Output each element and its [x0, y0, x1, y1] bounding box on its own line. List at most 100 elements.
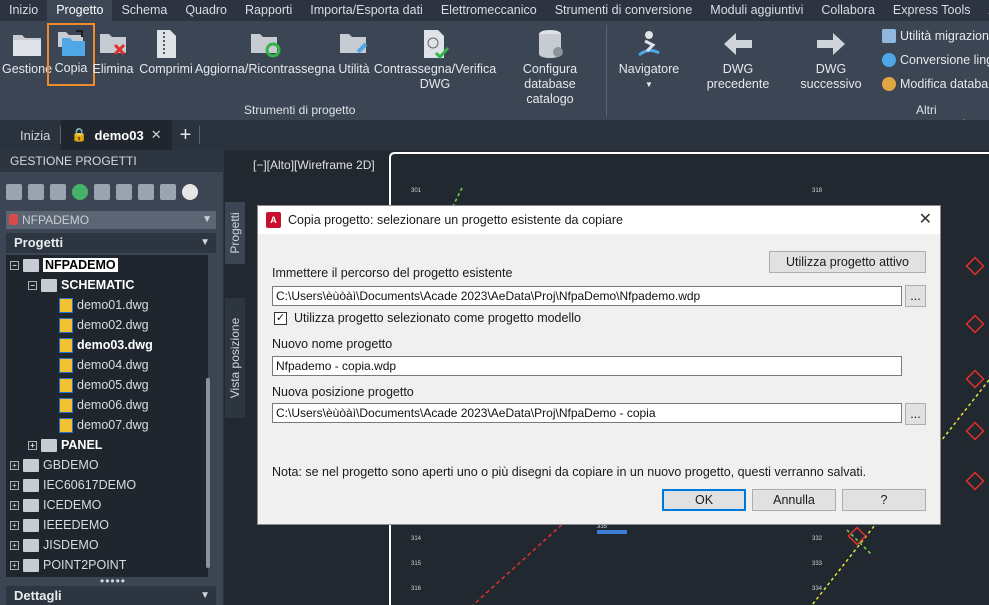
ribbon-panel: Gestione Copia Elimina Comprimi Aggiorna…: [0, 21, 989, 131]
tab-demo03[interactable]: 🔒 demo03 ✕: [61, 120, 172, 150]
tree-drawing-item[interactable]: demo02.dwg: [46, 315, 149, 335]
ribbon-tab-inizio[interactable]: Inizio: [0, 0, 47, 21]
ribbon-tab-progetto[interactable]: Progetto: [47, 0, 113, 21]
configura-database-catalogo-button[interactable]: Configura database catalogo: [496, 26, 604, 107]
utilita-button[interactable]: Utilità: [336, 26, 372, 77]
collapse-icon[interactable]: −: [28, 280, 37, 290]
dwg-file-icon: [59, 397, 73, 413]
expand-icon[interactable]: +: [10, 460, 19, 470]
new-drawing-icon[interactable]: [50, 184, 66, 200]
browse-existing-button[interactable]: ...: [905, 285, 926, 307]
help-icon[interactable]: [182, 184, 198, 200]
tree-item-label: demo01.dwg: [77, 298, 149, 312]
progetti-section-header[interactable]: Progetti ▼: [6, 233, 216, 253]
ribbon-tab-strumenti-di-conversione[interactable]: Strumenti di conversione: [546, 0, 702, 21]
tab-vista-posizione-vertical[interactable]: Vista posizione: [225, 298, 245, 418]
publish-icon[interactable]: [138, 184, 154, 200]
refresh-icon[interactable]: [72, 184, 88, 200]
dettagli-section-header[interactable]: Dettagli ▼: [6, 586, 216, 605]
tree-folder-item[interactable]: + IEC60617DEMO: [10, 475, 136, 495]
new-tab-button[interactable]: +: [172, 124, 200, 147]
tree-folder-item[interactable]: + JISDEMO: [10, 535, 99, 555]
modifica-database-item[interactable]: Modifica databa: [882, 77, 988, 91]
tree-folder-item[interactable]: − NFPADEMO: [10, 255, 118, 275]
drawing-wire-number: 314: [411, 536, 422, 542]
ribbon-tab-rapporti[interactable]: Rapporti: [236, 0, 301, 21]
ribbon-tab-quadro[interactable]: Quadro: [176, 0, 236, 21]
use-active-project-button[interactable]: Utilizza progetto attivo: [769, 251, 926, 273]
tab-divider: [199, 126, 201, 144]
refresh-folder-icon: [249, 26, 281, 62]
scrollbar-thumb[interactable]: [206, 378, 210, 568]
close-tab-icon[interactable]: ✕: [151, 127, 162, 143]
properties-icon[interactable]: [94, 184, 110, 200]
project-selector[interactable]: NFPADEMO ▼: [6, 211, 216, 229]
plot-icon[interactable]: [160, 184, 176, 200]
help-button[interactable]: ?: [842, 489, 926, 511]
expand-icon[interactable]: +: [28, 440, 37, 450]
zip-icon: [150, 26, 182, 62]
elimina-button[interactable]: Elimina: [92, 26, 134, 77]
tree-drawing-item[interactable]: demo05.dwg: [46, 375, 149, 395]
tree-scrollbar[interactable]: [205, 258, 211, 576]
cancel-button[interactable]: Annulla: [752, 489, 836, 511]
tree-drawing-item[interactable]: demo01.dwg: [46, 295, 149, 315]
expand-icon[interactable]: +: [10, 560, 19, 570]
tree-item-label: GBDEMO: [43, 458, 99, 472]
dialog-title-bar[interactable]: A Copia progetto: selezionare un progett…: [258, 206, 940, 234]
browse-location-button[interactable]: ...: [905, 403, 926, 425]
expand-icon[interactable]: +: [10, 500, 19, 510]
ribbon-tab-importa-esporta-dati[interactable]: Importa/Esporta dati: [301, 0, 432, 21]
ribbon-tab-ap[interactable]: Ap: [980, 0, 989, 21]
ribbon-tab-express-tools[interactable]: Express Tools: [884, 0, 980, 21]
expand-icon[interactable]: +: [10, 480, 19, 490]
dwg-file-icon: [59, 297, 73, 313]
ok-button[interactable]: OK: [662, 489, 746, 511]
tree-item-label: SCHEMATIC: [61, 278, 135, 292]
gestione-button[interactable]: Gestione: [2, 26, 52, 77]
tree-drawing-item[interactable]: demo04.dwg: [46, 355, 149, 375]
existing-path-input[interactable]: C:\Users\èùòàì\Documents\Acade 2023\AeDa…: [272, 286, 902, 306]
folder-icon: [11, 26, 43, 62]
utilita-migrazione-item[interactable]: Utilità migrazion: [882, 29, 989, 43]
aggiorna-ricontrassegna-button[interactable]: Aggiorna/Ricontrassegna: [195, 26, 335, 77]
tree-drawing-item[interactable]: demo07.dwg: [46, 415, 149, 435]
project-tree[interactable]: − NFPADEMO − SCHEMATIC demo01.dwg demo02.dwg d…: [6, 255, 208, 577]
tree-folder-item[interactable]: − SCHEMATIC: [28, 275, 134, 295]
delete-folder-icon: [97, 26, 129, 62]
drawing-wire-number: 316: [411, 586, 422, 592]
close-icon[interactable]: ✕: [919, 206, 932, 234]
expand-icon[interactable]: +: [10, 540, 19, 550]
new-location-input[interactable]: C:\Users\èùòàì\Documents\Acade 2023\AeDa…: [272, 403, 902, 423]
contrassegna-verifica-dwg-button[interactable]: Contrassegna/Verifica DWG: [374, 26, 496, 92]
tab-inizia[interactable]: Inizia: [0, 120, 60, 150]
new-project-icon[interactable]: [28, 184, 44, 200]
collapse-icon[interactable]: −: [10, 260, 19, 270]
tree-item-label: demo04.dwg: [77, 358, 149, 372]
folder-icon: [23, 478, 39, 492]
tree-folder-item[interactable]: + IEEEDEMO: [10, 515, 109, 535]
tree-drawing-item[interactable]: demo03.dwg: [46, 335, 153, 355]
ribbon-tab-schema[interactable]: Schema: [112, 0, 176, 21]
tree-drawing-item[interactable]: demo06.dwg: [46, 395, 149, 415]
ribbon-tab-elettromeccanico[interactable]: Elettromeccanico: [432, 0, 546, 21]
conversione-lingua-item[interactable]: Conversione ling: [882, 53, 989, 67]
tab-progetti-vertical[interactable]: Progetti: [225, 202, 245, 264]
ribbon-tab-collabora[interactable]: Collabora: [812, 0, 884, 21]
tree-folder-item[interactable]: + ICEDEMO: [10, 495, 101, 515]
open-project-icon[interactable]: [6, 184, 22, 200]
dwg-precedente-button[interactable]: DWG precedente: [690, 26, 786, 92]
tree-folder-item[interactable]: + PANEL: [28, 435, 102, 455]
ribbon-tab-moduli-aggiuntivi[interactable]: Moduli aggiuntivi: [701, 0, 812, 21]
navigatore-button[interactable]: Navigatore ▼: [617, 26, 681, 92]
task-list-icon[interactable]: [116, 184, 132, 200]
tree-folder-item[interactable]: + GBDEMO: [10, 455, 99, 475]
tree-item-label: demo05.dwg: [77, 378, 149, 392]
comprimi-button[interactable]: Comprimi: [137, 26, 195, 77]
new-name-input[interactable]: Nfpademo - copia.wdp: [272, 356, 902, 376]
copia-button[interactable]: Copia: [47, 23, 95, 86]
dwg-successivo-button[interactable]: DWG successivo: [786, 26, 876, 92]
use-as-template-checkbox[interactable]: ✓: [274, 312, 287, 325]
tree-folder-item[interactable]: + POINT2POINT: [10, 555, 126, 575]
expand-icon[interactable]: +: [10, 520, 19, 530]
